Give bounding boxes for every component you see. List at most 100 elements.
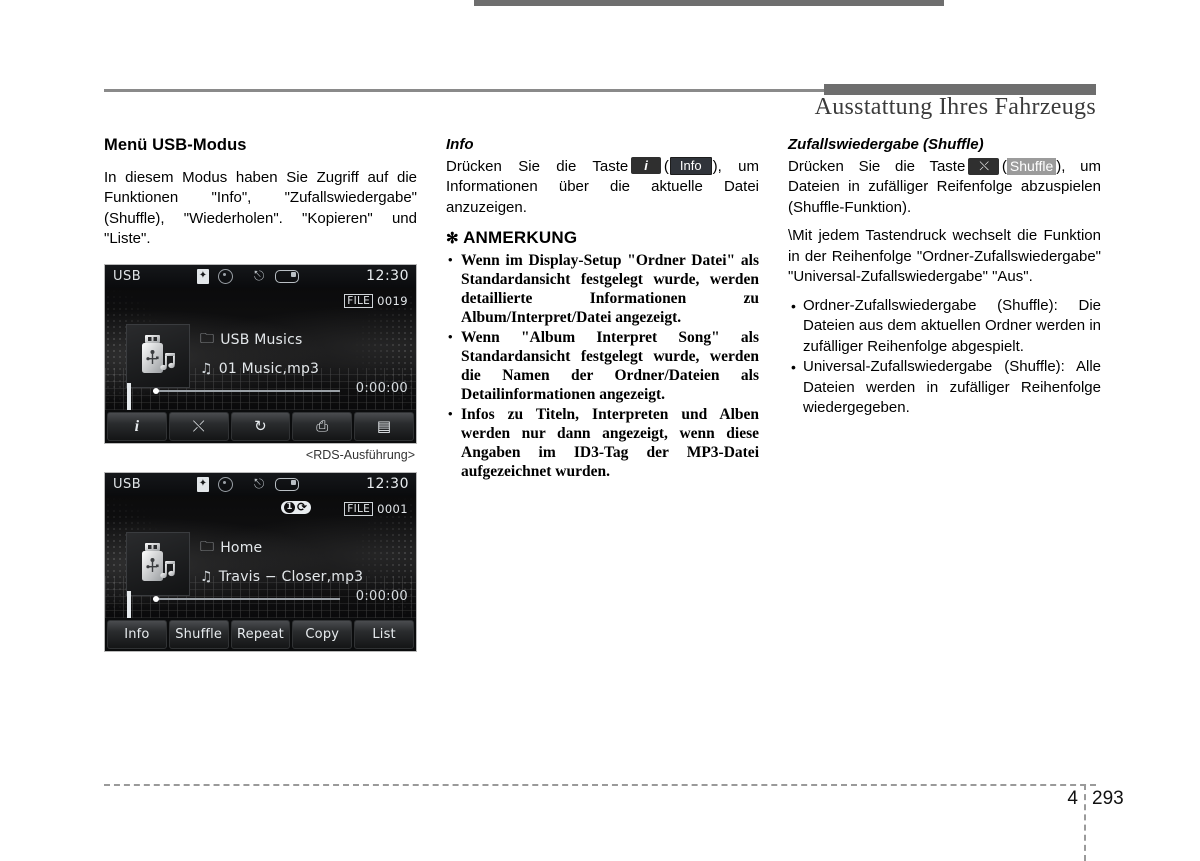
shuffle-instruction-lead: Drücken Sie die Taste [788, 157, 966, 175]
subsection-heading-info: Info [446, 136, 474, 153]
column-left: Menü USB-Modus In diesem Modus haben Sie… [104, 136, 417, 652]
device1-transport: 0:00:00 [105, 380, 416, 410]
device2-file-badge: FILE 0001 [344, 501, 408, 516]
pause-icon[interactable] [127, 590, 140, 618]
manual-page: Ausstattung Ihres Fahrzeugs Menü USB-Mod… [0, 0, 1200, 861]
pause-icon[interactable] [127, 382, 140, 410]
device2-list-label: List [372, 626, 396, 642]
shuffle-softkey-chip: Shuffle [1006, 157, 1057, 175]
repeat-one-icon: 1 ⟳ [281, 499, 312, 514]
note-list-item: Wenn im Display-Setup "Ordner Datei" als… [446, 250, 759, 327]
usb-drive-music-icon [142, 542, 175, 581]
shuffle-mode-list: Ordner-Zufallswiedergabe (Shuffle): Die … [788, 296, 1101, 419]
device2-info-label: Info [124, 626, 150, 642]
device2-shuffle-label: Shuffle [175, 626, 223, 642]
page-number: 293 [1092, 788, 1124, 809]
chapter-number: 4 [1067, 788, 1078, 809]
device1-copy-button[interactable]: ⎙ [292, 411, 353, 441]
section-heading-usb-menu: Menü USB-Modus [104, 136, 247, 154]
header-accent-bar [824, 84, 1096, 95]
repeat-loop-glyph: ⟳ [297, 499, 308, 514]
info-instruction-lead: Drücken Sie die Taste [446, 157, 629, 175]
asterisk-icon: ✻ [446, 230, 459, 248]
device2-progress-bar[interactable] [153, 595, 340, 602]
note-heading-label: ANMERKUNG [463, 228, 578, 248]
list-item: Ordner-Zufallswiedergabe (Shuffle): Die … [788, 296, 1101, 358]
device1-file-number: 0019 [377, 293, 408, 308]
progress-knob[interactable] [153, 387, 159, 394]
device1-repeat-button[interactable]: ↻ [230, 411, 291, 441]
device2-file-label: FILE [344, 501, 374, 516]
info-instruction-paragraph: Drücken Sie die Taste i(Info), um Informa… [446, 156, 759, 219]
device1-shuffle-button[interactable]: ⤬ [168, 411, 229, 441]
device2-shuffle-button[interactable]: Shuffle [168, 619, 229, 649]
progress-knob[interactable] [153, 595, 159, 602]
device2-status-icons: ✦ ⎋ [197, 476, 300, 492]
note-list-item: Wenn "Album Interpret Song" als Standard… [446, 327, 759, 404]
device2-track-name: Travis − Closer,mp3 [218, 568, 364, 585]
repeat-icon: ↻ [254, 416, 267, 435]
list-icon: ▤ [376, 416, 392, 435]
device1-elapsed-time: 0:00:00 [355, 380, 408, 396]
device2-transport: 0:00:00 [105, 588, 416, 618]
device2-folder-name: Home [220, 539, 263, 556]
device1-list-button[interactable]: ▤ [354, 411, 414, 441]
shuffle-instruction-paragraph: Drücken Sie die Taste ⤬(Shuffle), um Date… [788, 157, 1101, 219]
device2-copy-label: Copy [305, 626, 340, 642]
device2-elapsed-time: 0:00:00 [355, 588, 408, 604]
device1-status-bar: USB ✦ ⎋ 12:30 [105, 264, 416, 289]
device2-copy-button[interactable]: Copy [292, 619, 353, 649]
device1-track-row: ♫ 01 Music,mp3 [200, 361, 406, 377]
note-text: Infos zu Titeln, Interpreten und Alben w… [461, 406, 759, 481]
device2-file-number: 0001 [377, 501, 408, 516]
folder-icon: 🗀 [200, 538, 215, 555]
usb-icon: ⎋ [254, 476, 265, 492]
info-paren-open: ( [663, 157, 669, 175]
info-paren-close: ), [712, 157, 722, 175]
info-softkey-chip: Info [669, 156, 712, 175]
info-icon: i [134, 417, 140, 435]
device1-file-badge: FILE 0019 [344, 293, 408, 308]
device2-repeat-button[interactable]: Repeat [230, 619, 291, 649]
device1-folder-name: USB Musics [220, 331, 303, 348]
device1-status-icons: ✦ ⎋ [197, 268, 300, 284]
shuffle-paren-close: ), [1056, 157, 1066, 175]
device2-source-label: USB [113, 476, 142, 492]
device-screenshot-usb-icons: USB ✦ ⎋ 12:30 FILE 0019 🗀 USB Musics ♫ 0… [104, 263, 417, 444]
note-heading: ✻ ANMERKUNG [446, 228, 759, 248]
shuffle-key-chip: ⤬ [968, 157, 999, 175]
device1-button-row: i ⤬ ↻ ⎙ ▤ [105, 409, 416, 443]
shuffle-cycle-paragraph: \Mit jedem Tastendruck wechselt die Funk… [788, 227, 1101, 286]
copy-icon: ⎙ [316, 416, 329, 435]
device1-folder-row: 🗀 USB Musics [200, 328, 406, 352]
list-item: Universal-Zufallswiedergabe (Shuffle): A… [788, 357, 1101, 419]
footer-divider [104, 784, 1096, 786]
device1-progress-bar[interactable] [153, 387, 340, 394]
column-middle: Info Drücken Sie die Taste i(Info), um In… [446, 136, 759, 482]
device1-file-label: FILE [344, 293, 374, 308]
usb-icon: ⎋ [254, 268, 265, 284]
bluetooth-icon: ✦ [197, 268, 209, 284]
subsection-heading-shuffle: Zufallswiedergabe (Shuffle) [788, 136, 984, 153]
device1-info-button[interactable]: i [107, 411, 167, 441]
device1-album-art [126, 323, 190, 388]
disc-icon [218, 476, 233, 492]
note-list: Wenn im Display-Setup "Ordner Datei" als… [446, 250, 759, 481]
device-screenshot-usb-labels: USB ✦ ⎋ 12:30 1 ⟳ FILE 0001 🗀 Home ♫ Tra… [104, 471, 417, 652]
disc-icon [218, 268, 233, 284]
note-list-item: Infos zu Titeln, Interpreten und Alben w… [446, 404, 759, 481]
footer-vertical-divider [1084, 784, 1086, 861]
device2-list-button[interactable]: List [354, 619, 414, 649]
info-key-chip: i [631, 156, 661, 174]
shuffle-mode-text: Ordner-Zufallswiedergabe (Shuffle): Die … [803, 296, 1101, 355]
section-paragraph-usb-menu: In diesem Modus haben Sie Zugriff auf di… [104, 168, 417, 248]
device1-track-name: 01 Music,mp3 [218, 360, 320, 377]
device2-status-bar: USB ✦ ⎋ 12:30 [105, 472, 416, 497]
device1-track-meta: 🗀 USB Musics ♫ 01 Music,mp3 [200, 328, 406, 386]
device2-screen-body: 1 ⟳ FILE 0001 🗀 Home ♫ Travis − Closer,m… [105, 495, 416, 618]
usb-drive-music-icon [142, 334, 175, 373]
music-note-icon: ♫ [200, 360, 213, 377]
device2-info-button[interactable]: Info [107, 619, 167, 649]
repeat-one-number: 1 [284, 501, 295, 513]
shuffle-icon: ⤬ [192, 416, 205, 435]
